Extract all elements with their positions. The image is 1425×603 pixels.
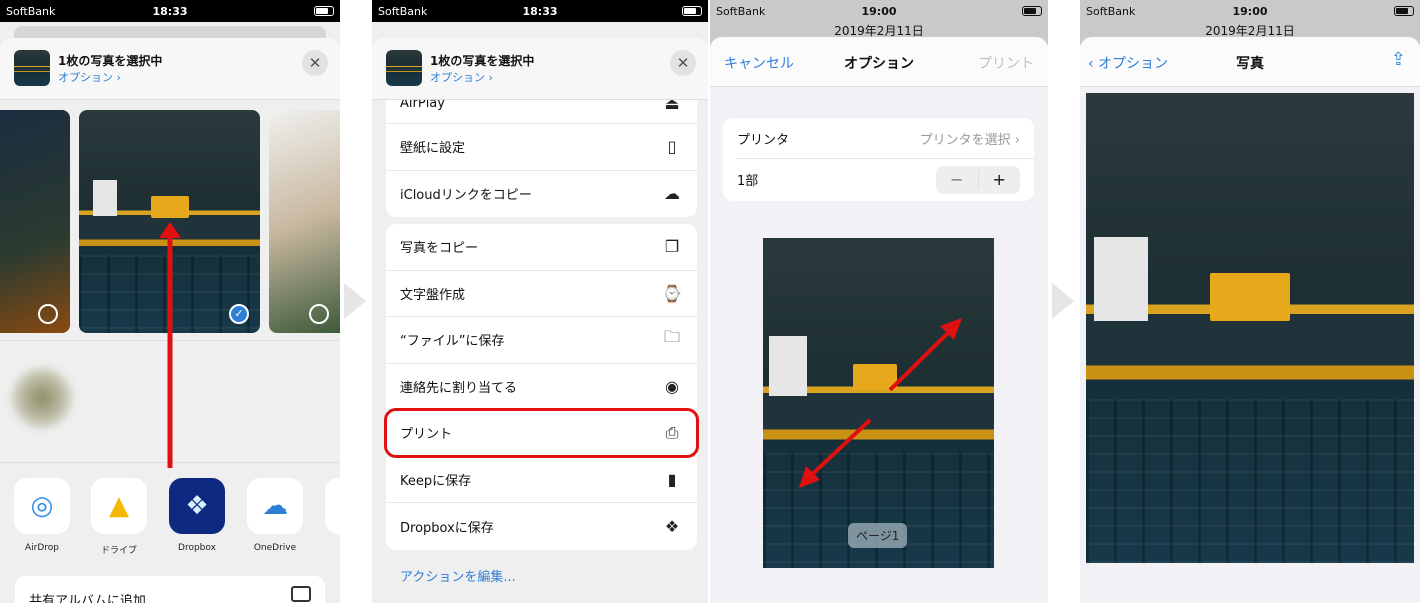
contact-avatar[interactable] xyxy=(12,368,72,428)
dropbox-icon: ❖ xyxy=(664,516,680,536)
action-copy-photo[interactable]: 写真をコピー ❐ xyxy=(386,224,697,271)
nav-bar: ‹ オプション 写真 ⇪ xyxy=(1080,37,1420,87)
options-link[interactable]: オプション › xyxy=(58,69,121,85)
app-dropbox[interactable]: ❖ Dropbox xyxy=(169,478,225,553)
nav-bar: キャンセル オプション プリント xyxy=(710,37,1048,87)
folder-icon: 🗀 xyxy=(663,327,680,347)
checkmark-icon[interactable]: ✓ xyxy=(229,304,249,324)
app-evernote[interactable]: ●Ev xyxy=(325,478,340,553)
app-airdrop[interactable]: ◎ AirDrop xyxy=(14,478,70,553)
selection-title: 1枚の写真を選択中 xyxy=(58,54,163,68)
action-set-wallpaper[interactable]: 壁紙に設定 ▯ xyxy=(386,124,697,171)
shared-album-icon xyxy=(291,586,311,602)
print-options-panel: SoftBank 19:00 2019年2月11日 キャンセル オプション プリ… xyxy=(710,0,1048,603)
photo-prev[interactable] xyxy=(0,110,70,333)
app-google-drive[interactable]: ▲ ドライブ xyxy=(91,478,147,556)
action-assign-to-contact[interactable]: 連絡先に割り当てる ◉ xyxy=(386,364,697,410)
page-badge: ページ1 xyxy=(848,523,908,548)
action-save-to-dropbox[interactable]: Dropboxに保存 ❖ xyxy=(386,503,697,550)
decrement-button[interactable]: − xyxy=(936,170,979,189)
select-circle[interactable] xyxy=(309,304,329,324)
close-button[interactable]: ✕ xyxy=(670,50,696,76)
copies-label: 1部 xyxy=(737,174,759,189)
swipe-up-arrow xyxy=(159,222,181,468)
nav-title: 写真 xyxy=(1236,56,1264,72)
action-save-to-keep[interactable]: Keepに保存 ▮ xyxy=(386,457,697,503)
phone-icon: ▯ xyxy=(667,137,677,157)
close-button[interactable]: ✕ xyxy=(302,50,328,76)
select-printer[interactable]: プリンタを選択 › xyxy=(920,129,1020,148)
status-bar: SoftBank 19:00 xyxy=(1080,0,1420,22)
photo-thumbnail xyxy=(386,50,422,86)
dropbox-icon: ❖ xyxy=(169,478,225,534)
share-icon[interactable]: ⇪ xyxy=(1391,49,1406,70)
status-bar: SoftBank 18:33 xyxy=(0,0,340,22)
add-shared-album-button[interactable]: 共有アルバムに追加 xyxy=(15,576,325,603)
status-bar: SoftBank 19:00 xyxy=(710,0,1048,22)
action-copy-icloud-link[interactable]: iCloudリンクをコピー ☁ xyxy=(386,171,697,218)
action-list-panel: SoftBank 18:33 AirPlay ⏏ 壁紙に設定 ▯ iCloudリンク… xyxy=(372,0,708,603)
full-photo xyxy=(1086,93,1414,563)
step-arrow-icon xyxy=(1052,283,1074,319)
printer-row[interactable]: プリンタ プリンタを選択 › xyxy=(737,118,1034,159)
watch-icon: ⌚ xyxy=(662,283,682,303)
status-bar: SoftBank 18:33 xyxy=(372,0,708,22)
share-sheet-panel: SoftBank 18:33 1枚の写真を選択中 オプション › ✕ ✓ ◎ Ai… xyxy=(0,0,340,603)
evernote-icon: ● xyxy=(325,478,340,534)
action-save-to-files[interactable]: “ファイル”に保存 🗀 xyxy=(386,317,697,364)
select-circle[interactable] xyxy=(38,304,58,324)
onedrive-icon: ☁ xyxy=(247,478,303,534)
print-button[interactable]: プリント xyxy=(978,53,1034,73)
time: 18:33 xyxy=(152,4,188,18)
print-highlight xyxy=(384,408,699,458)
sheet-header: 1枚の写真を選択中 オプション › ✕ xyxy=(372,38,708,100)
airdrop-icon: ◎ xyxy=(14,478,70,534)
edit-actions-link[interactable]: アクションを編集... xyxy=(400,566,516,585)
step-arrow-icon xyxy=(344,283,366,319)
cloud-link-icon: ☁ xyxy=(664,184,680,204)
action-create-watch-face[interactable]: 文字盤作成 ⌚ xyxy=(386,271,697,317)
options-link[interactable]: オプション › xyxy=(430,69,493,85)
contact-icon: ◉ xyxy=(665,376,679,396)
zoom-gesture-arrows xyxy=(799,318,962,488)
photo-next[interactable] xyxy=(269,110,340,333)
app-onedrive[interactable]: ☁ OneDrive xyxy=(247,478,303,553)
sheet-header: 1枚の写真を選択中 オプション › ✕ xyxy=(0,38,340,100)
bookmark-icon: ▮ xyxy=(667,469,677,489)
photo-thumbnail xyxy=(14,50,50,86)
google-drive-icon: ▲ xyxy=(91,478,147,534)
photo-preview-panel: SoftBank 19:00 2019年2月11日 ‹ オプション 写真 ⇪ xyxy=(1080,0,1420,603)
increment-button[interactable]: + xyxy=(979,170,1021,189)
copy-icon: ❐ xyxy=(664,237,680,257)
copies-stepper[interactable]: − + xyxy=(936,165,1021,194)
